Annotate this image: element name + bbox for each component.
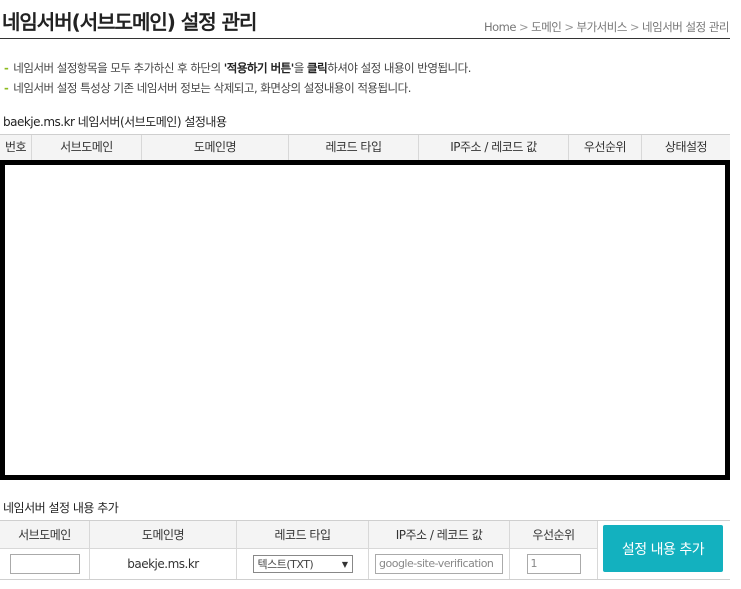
- list-section-label: baekje.ms.kr 네임서버(서브도메인) 설정내용: [3, 115, 227, 129]
- record-value-input[interactable]: google-site-verification: [375, 554, 503, 574]
- list-table-header: 번호 서브도메인 도메인명 레코드 타입 IP주소 / 레코드 값 우선순위 상…: [0, 134, 730, 161]
- priority-input[interactable]: 1: [526, 554, 581, 574]
- chevron-right-icon: >: [564, 20, 574, 34]
- notice-list: - 네임서버 설정항목을 모두 추가하신 후 하단의 '적용하기 버튼'을 클릭하…: [4, 60, 471, 100]
- notice-item: - 네임서버 설정항목을 모두 추가하신 후 하단의 '적용하기 버튼'을 클릭하…: [4, 61, 471, 75]
- breadcrumb-addon-services[interactable]: 부가서비스: [577, 20, 628, 34]
- add-col-domain-name: 도메인명: [90, 521, 237, 548]
- record-type-selected: 텍스트(TXT): [257, 558, 314, 571]
- breadcrumb-home[interactable]: Home: [484, 20, 516, 34]
- add-section-label: 네임서버 설정 내용 추가: [3, 501, 119, 515]
- notice-item: - 네임서버 설정 특성상 기존 네임서버 정보는 삭제되고, 화면상의 설정내용…: [4, 81, 411, 95]
- col-record-type: 레코드 타입: [289, 135, 419, 160]
- col-subdomain: 서브도메인: [32, 135, 142, 160]
- record-type-select[interactable]: 텍스트(TXT) ▼: [252, 555, 353, 573]
- bullet-dash-icon: -: [4, 61, 9, 75]
- col-priority: 우선순위: [569, 135, 642, 160]
- title-divider: [0, 38, 730, 39]
- col-domain-name: 도메인명: [142, 135, 289, 160]
- chevron-right-icon: >: [629, 20, 640, 34]
- bullet-dash-icon: -: [4, 81, 9, 95]
- chevron-right-icon: >: [518, 20, 529, 34]
- breadcrumb-domain[interactable]: 도메인: [531, 20, 562, 34]
- col-number: 번호: [0, 135, 32, 160]
- add-col-subdomain: 서브도메인: [0, 521, 90, 548]
- col-ip-record-value: IP주소 / 레코드 값: [419, 135, 569, 160]
- dropdown-arrow-icon: ▼: [341, 559, 348, 569]
- breadcrumb-current: 네임서버 설정 관리: [642, 20, 729, 34]
- add-col-ip-record-value: IP주소 / 레코드 값: [369, 521, 510, 548]
- add-record-button[interactable]: 설정 내용 추가: [603, 525, 723, 572]
- add-col-priority: 우선순위: [510, 521, 598, 548]
- domain-name-value: baekje.ms.kr: [90, 549, 237, 579]
- page-title: 네임서버(서브도메인) 설정 관리: [2, 10, 257, 34]
- subdomain-input[interactable]: [9, 554, 80, 574]
- add-col-record-type: 레코드 타입: [237, 521, 369, 548]
- list-table-body: [0, 160, 730, 480]
- breadcrumb: Home > 도메인 > 부가서비스 > 네임서버 설정 관리: [484, 19, 729, 35]
- col-status: 상태설정: [664, 140, 708, 154]
